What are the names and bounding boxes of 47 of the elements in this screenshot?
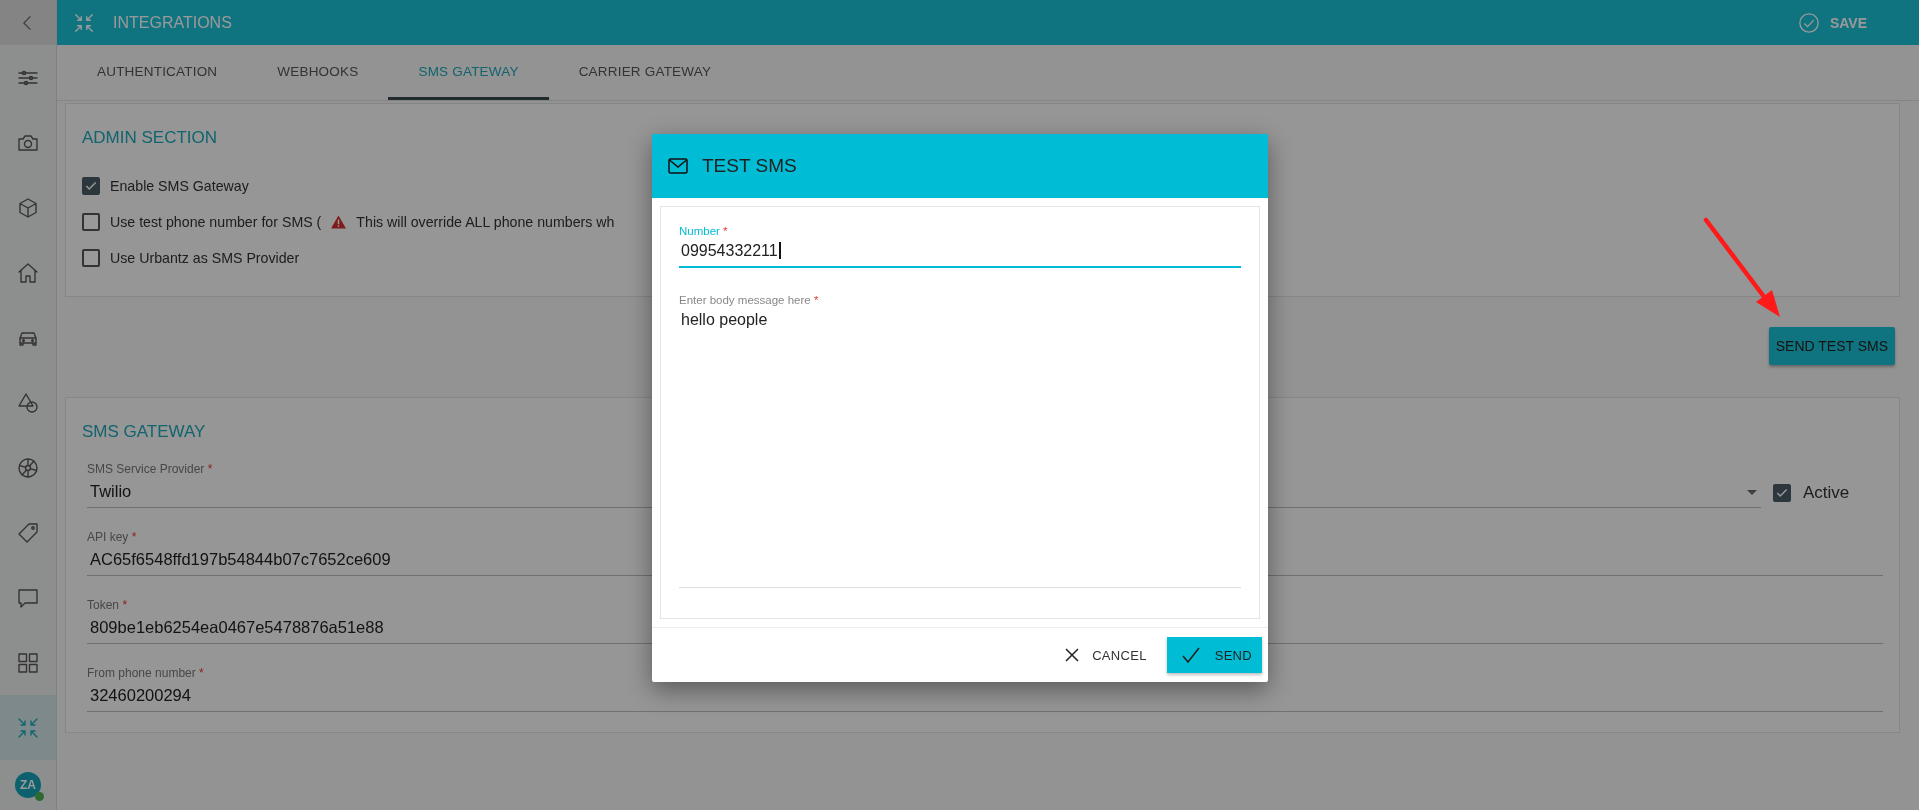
arrows-inward-icon (73, 11, 95, 34)
number-field[interactable]: Number * 09954332211 (679, 225, 1241, 268)
send-button[interactable]: SEND (1166, 637, 1262, 673)
field-value: hello people (680, 311, 768, 329)
field-value: AC65f6548ffd197b54844b07c7652ce609 (89, 550, 391, 569)
checkbox[interactable] (82, 177, 100, 195)
checkbox-label: Use Urbantz as SMS Provider (110, 250, 300, 266)
message-field[interactable]: Enter body message here * hello people (679, 294, 1241, 588)
dropdown-caret-icon (1747, 490, 1757, 495)
dialog-title: TEST SMS (702, 155, 797, 177)
check-icon (1775, 486, 1789, 500)
checkbox-label: Use test phone number for SMS ( (110, 214, 322, 230)
home-icon (16, 260, 40, 285)
checkbox-label: Enable SMS Gateway (110, 178, 249, 194)
field-label: SMS Service Provider * (87, 462, 213, 476)
field-label: From phone number * (87, 666, 204, 680)
grid-icon (16, 650, 40, 675)
sidebar-item[interactable] (0, 695, 56, 760)
page-title: INTEGRATIONS (113, 13, 233, 32)
field-label: Number * (679, 225, 728, 237)
mail-icon (668, 158, 688, 174)
check-icon (84, 179, 98, 193)
checkbox[interactable] (82, 249, 100, 267)
tab[interactable]: CARRIER GATEWAY (548, 45, 742, 100)
check-icon (1180, 646, 1201, 664)
tab[interactable]: WEBHOOKS (247, 45, 389, 100)
checkbox[interactable] (1773, 484, 1791, 502)
cube-icon (16, 195, 40, 220)
warning-icon (331, 215, 347, 229)
field-label: API key * (87, 530, 137, 544)
close-icon (1064, 647, 1081, 663)
section-title: SMS GATEWAY (82, 422, 207, 442)
checkbox[interactable] (82, 213, 100, 231)
checkbox-label: Active (1803, 483, 1850, 503)
tab[interactable]: AUTHENTICATION (67, 45, 248, 100)
field-value: 809be1eb6254ea0467e5478876a51e88 (89, 618, 384, 637)
section-title: ADMIN SECTION (82, 128, 219, 148)
field-value: 09954332211 (679, 242, 781, 260)
check-circle-icon (1797, 11, 1820, 34)
field-value: Twilio (89, 482, 132, 501)
tag-icon (16, 520, 40, 545)
field-value: 32460200294 (89, 686, 191, 705)
field-label: Enter body message here * (679, 294, 819, 306)
warning-text: This will override ALL phone numbers wh (356, 214, 615, 230)
wheel-icon (16, 455, 40, 480)
field-label: Token * (87, 598, 128, 612)
send-test-sms-button[interactable]: SEND TEST SMS (1768, 327, 1895, 365)
